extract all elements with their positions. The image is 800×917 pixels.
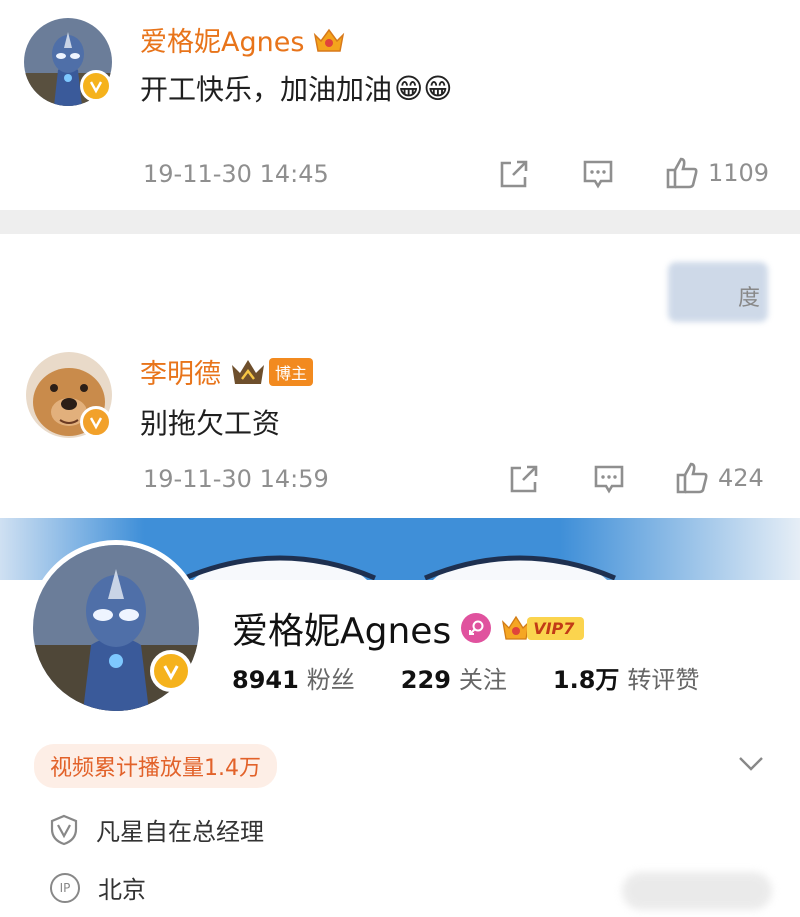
section-divider	[0, 210, 800, 234]
share-icon[interactable]	[507, 462, 541, 496]
like-count: 424	[718, 464, 764, 492]
interactions-count: 1.8万	[552, 666, 620, 694]
verification-row: 凡星自在总经理	[50, 812, 264, 847]
grin-emoji-icon: 😁😁	[394, 71, 453, 105]
username[interactable]: 李明德	[140, 352, 221, 391]
ip-badge-text: IP	[59, 880, 71, 895]
watermark-corner	[622, 872, 772, 910]
shield-check-icon	[50, 814, 78, 845]
following-stat[interactable]: 229 关注	[401, 660, 507, 695]
chevron-down-icon[interactable]	[737, 755, 765, 773]
comment-icon[interactable]	[581, 157, 615, 191]
video-views-chip[interactable]: 视频累计播放量1.4万	[34, 744, 277, 788]
watermark-text: 度	[738, 286, 761, 311]
vip-level: VIP7	[527, 616, 585, 640]
following-count: 229	[400, 666, 451, 694]
comment-icon[interactable]	[592, 462, 626, 496]
username[interactable]: 爱格妮Agnes	[140, 20, 304, 59]
crown-icon	[232, 359, 264, 384]
like-button[interactable]: 424	[674, 460, 764, 496]
female-icon	[461, 613, 492, 643]
ip-icon: IP	[50, 872, 80, 903]
verified-icon	[150, 650, 192, 692]
verified-icon	[80, 406, 112, 438]
followers-label: 粉丝	[306, 666, 355, 694]
like-count: 1109	[708, 159, 770, 187]
like-button[interactable]: 1109	[664, 155, 769, 191]
followers-stat[interactable]: 8941 粉丝	[232, 660, 355, 695]
timestamp: 19-11-30 14:59	[143, 465, 329, 493]
comment-text: 开工快乐，加油加油	[140, 73, 393, 106]
blogger-badge: 博主	[269, 357, 314, 386]
crown-icon	[314, 28, 345, 52]
following-label: 关注	[458, 666, 507, 694]
followers-count: 8941	[232, 666, 299, 694]
ip-location-row: IP 北京	[50, 870, 146, 905]
verified-icon	[80, 70, 112, 102]
share-icon[interactable]	[497, 157, 531, 191]
interactions-label: 转评赞	[627, 666, 700, 694]
timestamp: 19-11-30 14:45	[143, 160, 329, 188]
profile-name: 爱格妮Agnes	[232, 611, 452, 652]
vip-badge[interactable]: VIP7	[501, 613, 585, 643]
ip-location-text: 北京	[98, 876, 146, 904]
comment-text: 别拖欠工资	[140, 407, 281, 440]
like-icon	[666, 157, 698, 189]
interactions-stat[interactable]: 1.8万 转评赞	[553, 660, 700, 695]
verification-text: 凡星自在总经理	[96, 818, 264, 846]
like-icon	[676, 462, 708, 494]
